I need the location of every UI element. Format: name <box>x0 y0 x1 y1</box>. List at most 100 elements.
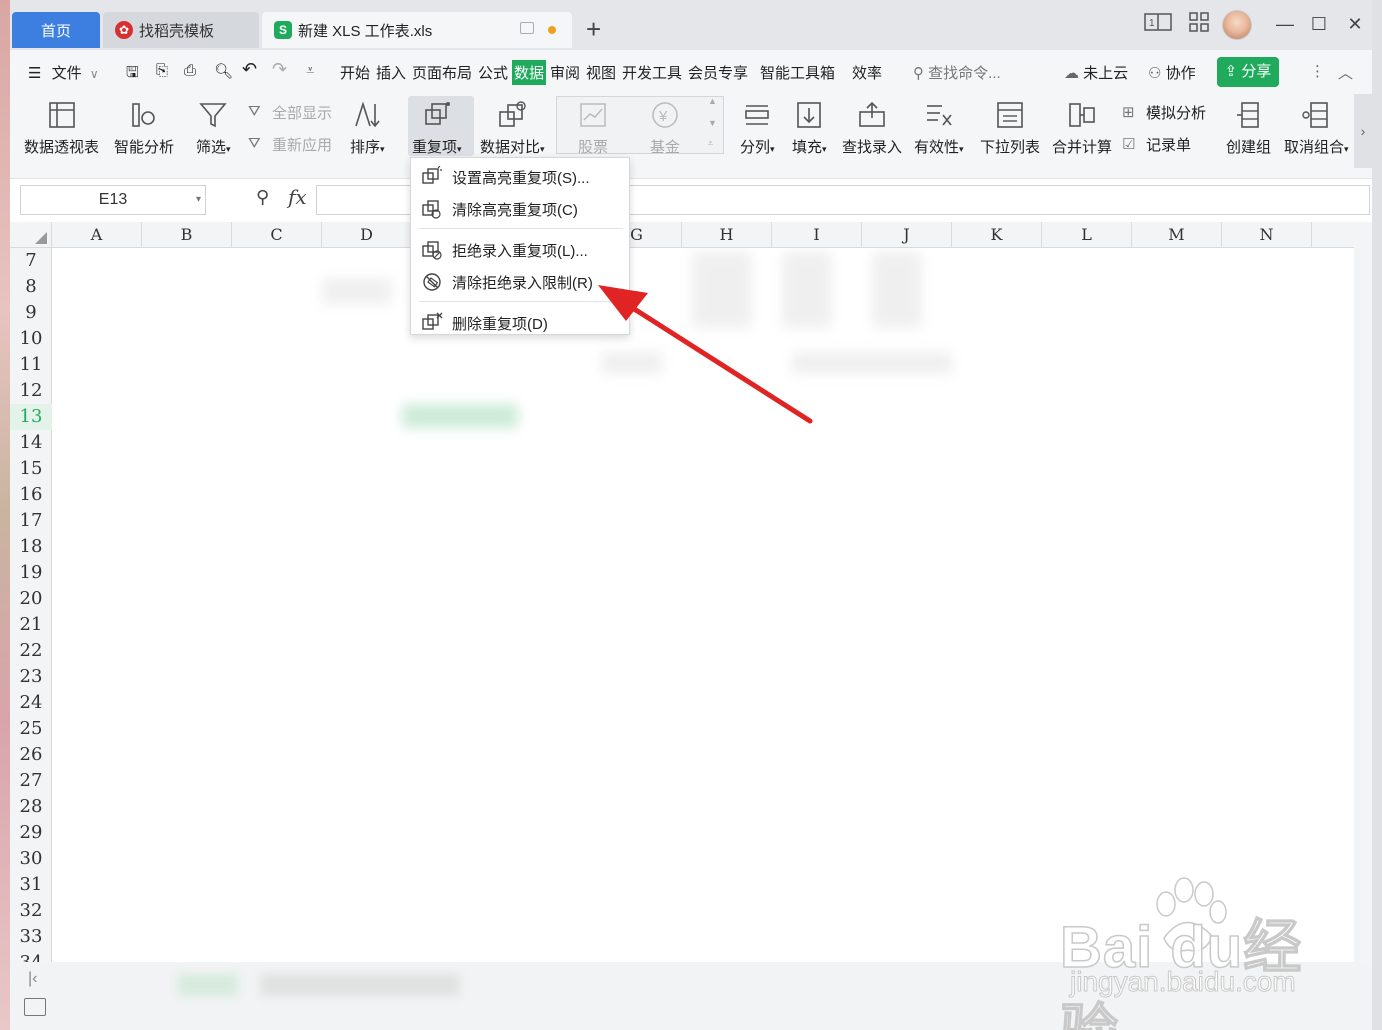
row-header[interactable]: 26 <box>10 742 52 768</box>
row-header[interactable]: 31 <box>10 872 52 898</box>
split-column-button[interactable]: 分列▾ <box>740 98 775 160</box>
column-header[interactable]: H <box>682 222 772 248</box>
column-header[interactable]: A <box>52 222 142 248</box>
column-header[interactable]: L <box>1042 222 1132 248</box>
column-header[interactable]: I <box>772 222 862 248</box>
save-icon[interactable]: 🖫 <box>126 62 139 87</box>
row-header[interactable]: 18 <box>10 534 52 560</box>
smart-analysis-button[interactable]: 智能分析 <box>114 98 174 160</box>
row-header[interactable]: 11 <box>10 352 52 378</box>
row-header[interactable]: 20 <box>10 586 52 612</box>
reapply-button[interactable]: ⛛ 重新应用 <box>248 134 332 155</box>
row-header[interactable]: 7 <box>10 248 52 274</box>
cloud-status[interactable]: ☁ 未上云 <box>1064 62 1128 83</box>
sort-button[interactable]: 排序▾ <box>350 98 385 160</box>
name-box[interactable]: E13 ▾ <box>20 185 206 215</box>
row-header[interactable]: 23 <box>10 664 52 690</box>
user-avatar[interactable] <box>1222 10 1252 40</box>
tab-template[interactable]: ✿ 找稻壳模板 <box>103 12 259 48</box>
share-button[interactable]: ⇪ 分享 <box>1217 57 1279 87</box>
reading-mode-icon[interactable]: 1 <box>1144 12 1172 36</box>
print-preview-icon[interactable]: 🔍︎ <box>214 62 233 80</box>
filter-button[interactable]: 筛选▾ <box>196 98 231 160</box>
menu-member[interactable]: 会员专享 <box>688 62 748 83</box>
stock-button[interactable]: 股票 <box>576 98 610 160</box>
duplicates-button[interactable]: 重复项▾ <box>412 98 462 160</box>
menu-start[interactable]: 开始 <box>340 62 370 83</box>
row-header[interactable]: 10 <box>10 326 52 352</box>
row-header[interactable]: 14 <box>10 430 52 456</box>
row-header[interactable]: 22 <box>10 638 52 664</box>
menu-item-reject-duplicate-entry[interactable]: 拒绝录入重复项(L)... <box>411 235 629 265</box>
fund-button[interactable]: ¥ 基金 <box>648 98 682 160</box>
row-header[interactable]: 21 <box>10 612 52 638</box>
column-header[interactable]: C <box>232 222 322 248</box>
grid-apps-icon[interactable] <box>1186 12 1212 36</box>
menu-page-layout[interactable]: 页面布局 <box>412 62 472 83</box>
ungroup-button[interactable]: 取消组合▾ <box>1284 98 1349 160</box>
collapse-ribbon-icon[interactable]: ︿ <box>1338 62 1353 83</box>
menu-item-set-highlight-duplicates[interactable]: 设置高亮重复项(S)... <box>411 162 629 192</box>
menu-review[interactable]: 审阅 <box>550 62 580 83</box>
lookup-entry-button[interactable]: 查找录入 <box>842 98 902 160</box>
print-icon[interactable]: ⎙ <box>184 62 196 79</box>
column-header[interactable]: K <box>952 222 1042 248</box>
redo-icon[interactable]: ↷ <box>272 59 287 80</box>
row-header[interactable]: 12 <box>10 378 52 404</box>
menu-efficiency[interactable]: 效率 <box>852 62 882 83</box>
row-header[interactable]: 28 <box>10 794 52 820</box>
selected-cell-e13[interactable] <box>402 404 518 428</box>
pivot-table-button[interactable]: 数据透视表 <box>24 98 99 160</box>
menu-formula[interactable]: 公式 <box>478 62 508 83</box>
ribbon-scroll-right-icon[interactable]: › <box>1354 94 1372 168</box>
row-header[interactable]: 13 <box>10 404 52 430</box>
menu-insert[interactable]: 插入 <box>376 62 406 83</box>
maximize-icon[interactable]: ☐ <box>1304 10 1334 38</box>
chevron-down-icon[interactable]: ▾ <box>196 186 201 214</box>
dropdown-list-button[interactable]: 下拉列表 <box>980 98 1040 160</box>
menu-item-clear-highlight-duplicates[interactable]: 清除高亮重复项(C) <box>411 194 629 224</box>
show-all-button[interactable]: ⛛ 全部显示 <box>248 102 332 123</box>
row-header[interactable]: 8 <box>10 274 52 300</box>
row-header[interactable]: 32 <box>10 898 52 924</box>
row-header[interactable]: 30 <box>10 846 52 872</box>
simulate-analysis-button[interactable]: ⊞ 模拟分析 <box>1122 102 1206 123</box>
column-header[interactable]: J <box>862 222 952 248</box>
new-tab-button[interactable]: + <box>586 14 601 44</box>
menu-smart-toolbox[interactable]: 智能工具箱 <box>760 62 835 83</box>
row-header[interactable]: 16 <box>10 482 52 508</box>
gallery-expand-icon[interactable]: ⩡ <box>708 138 713 149</box>
gallery-down-icon[interactable]: ▼ <box>708 118 717 128</box>
gallery-up-icon[interactable]: ▲ <box>708 96 717 106</box>
minimize-icon[interactable]: — <box>1270 10 1300 38</box>
more-options-icon[interactable]: ⋮ <box>1310 62 1325 80</box>
vertical-scrollbar[interactable] <box>1354 222 1372 962</box>
row-header[interactable]: 33 <box>10 924 52 950</box>
column-header[interactable]: N <box>1222 222 1312 248</box>
row-header[interactable]: 9 <box>10 300 52 326</box>
tab-document[interactable]: S 新建 XLS 工作表.xls <box>262 12 572 48</box>
row-header[interactable]: 27 <box>10 768 52 794</box>
command-search[interactable]: ⚲ 查找命令... <box>913 62 1001 83</box>
menu-data[interactable]: 数据 <box>512 60 547 85</box>
row-header[interactable]: 29 <box>10 820 52 846</box>
select-all-corner[interactable] <box>10 222 52 248</box>
validity-button[interactable]: 有效性▾ <box>914 98 964 160</box>
record-form-button[interactable]: ☑ 记录单 <box>1122 134 1191 155</box>
menu-developer[interactable]: 开发工具 <box>622 62 682 83</box>
tab-home[interactable]: 首页 <box>12 12 100 48</box>
zoom-icon[interactable]: ⚲ <box>256 187 269 208</box>
export-pdf-icon[interactable]: ⎘ <box>156 62 168 79</box>
row-header[interactable]: 25 <box>10 716 52 742</box>
collaborate-button[interactable]: ⚇ 协作 <box>1148 62 1196 83</box>
quick-access-more-icon[interactable]: ⩡ <box>306 62 314 79</box>
column-header[interactable]: B <box>142 222 232 248</box>
fx-icon[interactable]: fx <box>288 185 307 209</box>
file-menu[interactable]: ☰ 文件 ∨ <box>28 62 99 83</box>
row-header[interactable]: 17 <box>10 508 52 534</box>
monitor-icon[interactable] <box>520 22 534 34</box>
consolidate-button[interactable]: 合并计算 <box>1052 98 1112 160</box>
data-compare-button[interactable]: 数据对比▾ <box>480 98 545 160</box>
undo-icon[interactable]: ↶ <box>242 59 257 80</box>
sheet-list-icon[interactable] <box>24 998 46 1016</box>
